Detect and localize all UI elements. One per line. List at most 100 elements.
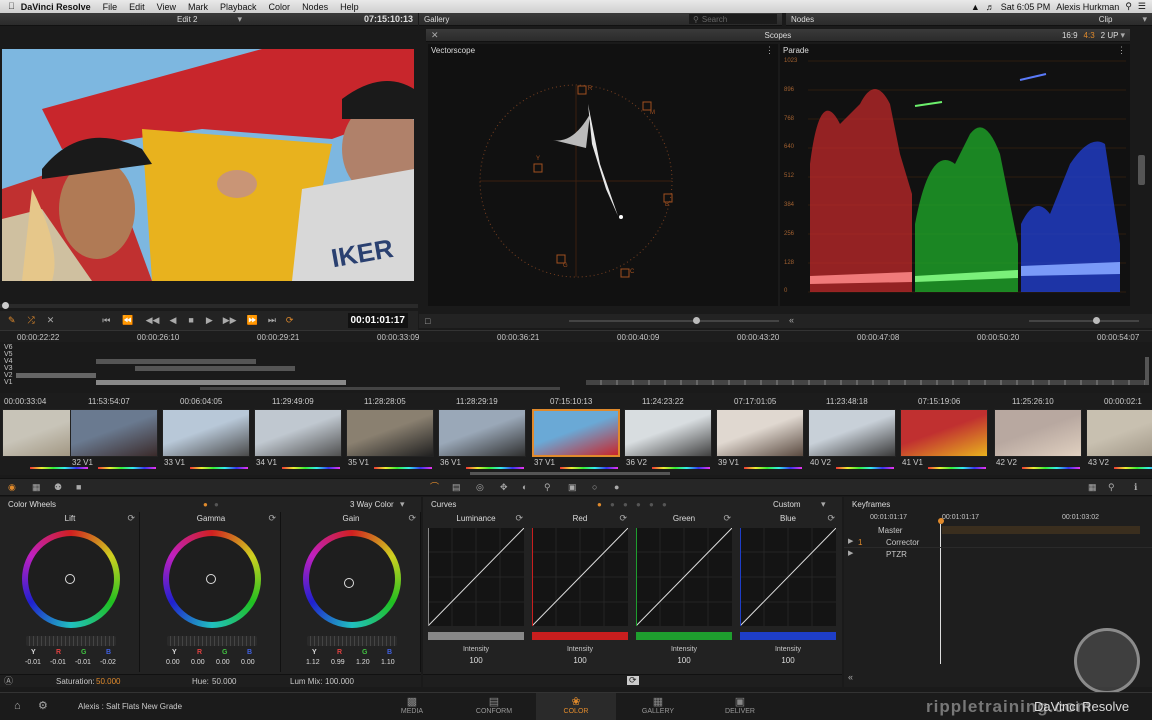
intensity-value[interactable]: 100: [738, 656, 838, 665]
channel-value[interactable]: -0.02: [100, 659, 116, 666]
wheel-jog[interactable]: [307, 636, 397, 646]
channel-value[interactable]: -0.01: [25, 659, 41, 666]
timeline-ruler[interactable]: 00:00:22:22 00:00:26:10 00:00:29:21 00:0…: [0, 330, 1152, 342]
channel-value[interactable]: 1.20: [356, 659, 370, 666]
channel-value[interactable]: -0.01: [75, 659, 91, 666]
fx-icon[interactable]: ●: [614, 483, 619, 492]
page-dot[interactable]: ●: [610, 500, 615, 509]
clip-thumbnail[interactable]: [624, 409, 712, 457]
keyframe-playhead-line[interactable]: [940, 524, 941, 664]
blur-icon[interactable]: ◐: [522, 483, 527, 492]
loop-icon[interactable]: ⟳: [286, 316, 294, 325]
clip-thumbnail[interactable]: [532, 409, 620, 457]
tracker-icon[interactable]: ✥: [500, 483, 508, 492]
timeline-clip[interactable]: [96, 380, 346, 385]
channel-value[interactable]: 1.10: [381, 659, 395, 666]
play-icon[interactable]: ▶: [206, 316, 213, 325]
timeline-clip[interactable]: [96, 359, 256, 364]
channel-value[interactable]: 0.99: [331, 659, 345, 666]
wheel-handle[interactable]: [344, 578, 354, 588]
keyframe-playhead[interactable]: [938, 518, 944, 524]
page-dot[interactable]: ●: [636, 500, 641, 509]
ratio-16-9[interactable]: 16:9: [1062, 31, 1078, 40]
sizing-icon[interactable]: ▣: [568, 483, 577, 492]
slider-handle[interactable]: [693, 317, 700, 324]
close-icon[interactable]: ✕: [431, 30, 439, 40]
menu-nodes[interactable]: Nodes: [296, 2, 334, 12]
page-dot[interactable]: ●: [649, 500, 654, 509]
gallery-zoom-slider[interactable]: [569, 320, 779, 322]
wheel-handle[interactable]: [65, 574, 75, 584]
clip-thumbnail[interactable]: [70, 409, 158, 457]
intensity-value[interactable]: 100: [530, 656, 630, 665]
menu-help[interactable]: Help: [334, 2, 365, 12]
viewer-scrubber[interactable]: [0, 304, 418, 308]
reset-icon[interactable]: ⟳: [827, 514, 835, 523]
notifications-icon[interactable]: ☰: [1138, 1, 1146, 12]
master-keyframe-track[interactable]: [942, 526, 1140, 534]
clip-thumbnail[interactable]: [994, 409, 1082, 457]
color-match-icon[interactable]: ▦: [32, 483, 41, 492]
clip-thumbnail[interactable]: [162, 409, 250, 457]
chevron-down-icon[interactable]: ▾: [400, 500, 405, 509]
intensity-value[interactable]: 100: [634, 656, 734, 665]
ratio-4-3[interactable]: 4:3: [1084, 31, 1095, 40]
curves-mode-select[interactable]: Custom: [773, 500, 801, 509]
reset-icon[interactable]: ⟳: [619, 514, 627, 523]
shuffle-icon[interactable]: ⤮: [28, 316, 35, 325]
page-deliver[interactable]: ▣ DELIVER: [700, 693, 780, 720]
wheel-jog[interactable]: [167, 636, 257, 646]
keyframe-row-ptzr[interactable]: PTZR: [886, 550, 907, 559]
clock[interactable]: Sat 6:05 PM: [1001, 2, 1051, 12]
curve-graph[interactable]: [428, 528, 524, 626]
nodes-mode-select[interactable]: Clip: [1099, 15, 1113, 24]
keyframe-row-master[interactable]: Master: [878, 526, 902, 535]
chevron-down-icon[interactable]: ▾: [821, 500, 826, 509]
clip-thumbnail[interactable]: [1086, 409, 1152, 457]
page-conform[interactable]: ▤ CONFORM: [454, 693, 534, 720]
clip-thumbnail[interactable]: [808, 409, 896, 457]
go-first-icon[interactable]: ⏮: [102, 316, 110, 325]
curve-intensity-bar[interactable]: [428, 632, 524, 640]
menu-playback[interactable]: Playback: [214, 2, 263, 12]
hue-value[interactable]: 50.000: [212, 677, 236, 686]
wheel-handle[interactable]: [206, 574, 216, 584]
channel-value[interactable]: -0.01: [50, 659, 66, 666]
page-color[interactable]: ❀ COLOR: [536, 693, 616, 720]
curve-graph[interactable]: [740, 528, 836, 626]
grid-icon[interactable]: ▦: [1088, 483, 1097, 492]
nodes-icon[interactable]: ⚉: [54, 483, 62, 492]
stereo-icon[interactable]: ○: [592, 483, 597, 492]
go-last-icon[interactable]: ⏭: [268, 316, 276, 325]
stop-icon[interactable]: ■: [188, 316, 193, 325]
scrubber-handle[interactable]: [2, 302, 9, 309]
mute-icon[interactable]: ✕: [47, 316, 55, 325]
saturation-value[interactable]: 50.000: [96, 677, 120, 686]
viewer-image[interactable]: IKER: [2, 49, 414, 281]
channel-value[interactable]: 0.00: [166, 659, 180, 666]
menu-view[interactable]: View: [151, 2, 182, 12]
lummix-value[interactable]: 100.000: [325, 677, 354, 686]
user-name[interactable]: Alexis Hurkman: [1056, 2, 1119, 12]
reset-icon[interactable]: ⟳: [515, 514, 523, 523]
gear-icon[interactable]: ⚙: [38, 701, 48, 712]
step-forward-icon[interactable]: ⏩: [247, 316, 258, 325]
double-chevron-left-icon[interactable]: «: [789, 316, 794, 325]
reset-icon[interactable]: ⟳: [408, 514, 416, 523]
curve-graph[interactable]: [532, 528, 628, 626]
double-chevron-left-icon[interactable]: «: [848, 673, 853, 682]
timeline-vscroll[interactable]: [1145, 357, 1149, 385]
curve-intensity-bar[interactable]: [532, 632, 628, 640]
page-dot[interactable]: ●: [662, 500, 667, 509]
reset-icon[interactable]: ⟳: [627, 676, 639, 685]
prev-frame-icon[interactable]: ◀◀: [146, 316, 160, 325]
curve-intensity-bar[interactable]: [740, 632, 836, 640]
channel-value[interactable]: 1.12: [306, 659, 320, 666]
expand-icon[interactable]: ▶: [848, 550, 853, 557]
page-media[interactable]: ▩ MEDIA: [372, 693, 452, 720]
camera-icon[interactable]: ■: [76, 483, 81, 492]
volume-icon[interactable]: ♬: [986, 2, 995, 12]
page-dot-active[interactable]: ●: [597, 500, 602, 509]
step-back-icon[interactable]: ⏪: [122, 316, 133, 325]
apple-icon[interactable]: : [0, 2, 15, 11]
